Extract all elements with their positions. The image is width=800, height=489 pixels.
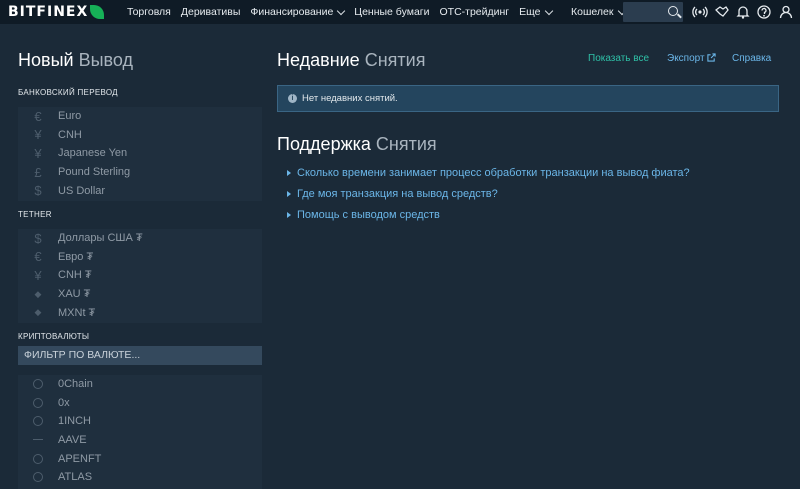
tether-list: $ Доллары США ₮ € Евро ₮ ¥ CNH ₮ ◆ XAU ₮ ◆ MX… [18, 229, 262, 323]
wallet-label: Кошелек [571, 6, 614, 18]
list-item[interactable]: £ Pound Sterling [18, 163, 262, 182]
list-item[interactable]: € Евро ₮ [18, 248, 262, 267]
coin-icon [33, 416, 43, 427]
leaf-icon [90, 5, 105, 19]
list-item[interactable]: ¥ CNH [18, 126, 262, 145]
coin-icon [33, 379, 43, 390]
user-icon[interactable] [778, 4, 794, 20]
crypto-label: КРИПТОВАЛЮТЫ [18, 332, 90, 341]
nav-otc[interactable]: OTC-трейдинг [434, 6, 514, 18]
caret-right-icon [287, 170, 291, 176]
coin-icon [33, 397, 43, 408]
gold-bar-icon: ◆ [34, 288, 42, 299]
top-navbar: BITFINEX Торговля Деривативы Финансирова… [0, 0, 800, 24]
show-all-link[interactable]: Показать все [588, 53, 649, 64]
external-link-icon [707, 53, 716, 62]
caret-right-icon [287, 212, 291, 218]
main-nav: Торговля Деривативы Финансирование Ценны… [122, 0, 557, 24]
nav-funding[interactable]: Финансирование [245, 6, 349, 18]
tether-label: TETHER [18, 210, 52, 219]
bitfinex-logo[interactable]: BITFINEX [0, 4, 122, 20]
handshake-icon[interactable] [714, 4, 730, 20]
nav-securities[interactable]: Ценные бумаги [349, 6, 434, 18]
list-item[interactable]: € Euro [18, 107, 262, 126]
search-box[interactable] [623, 2, 683, 22]
coin-icon [33, 453, 43, 464]
list-item[interactable]: $ Доллары США ₮ [18, 229, 262, 248]
list-item[interactable]: ◆ XAU ₮ [18, 285, 262, 304]
list-item[interactable]: ATLAS [18, 468, 262, 487]
export-link[interactable]: Экспорт [667, 53, 716, 64]
list-item[interactable]: AAVE [18, 431, 262, 450]
empty-notice: i Нет недавних снятий. [277, 85, 779, 112]
page-title: Новый Вывод [18, 50, 134, 70]
chevron-down-icon [544, 6, 553, 15]
faq-item[interactable]: Сколько времени занимает процесс обработ… [287, 167, 690, 179]
yuan-icon: ¥ [34, 127, 42, 143]
euro-icon: € [34, 108, 42, 124]
list-item[interactable]: ¥ Japanese Yen [18, 144, 262, 163]
list-item[interactable]: $ US Dollar [18, 181, 262, 200]
pound-icon: £ [34, 164, 42, 180]
coin-icon [33, 472, 43, 483]
list-item[interactable]: 0Chain [18, 375, 262, 394]
caret-right-icon [287, 191, 291, 197]
dollar-icon: $ [34, 230, 42, 246]
list-item[interactable]: 1INCH [18, 412, 262, 431]
euro-icon: € [34, 249, 42, 265]
list-item[interactable]: ◆ MXNt ₮ [18, 303, 262, 322]
yen-icon: ¥ [34, 145, 42, 161]
bank-transfer-label: БАНКОВСКИЙ ПЕРЕВОД [18, 88, 118, 97]
chevron-down-icon [337, 6, 346, 15]
dollar-icon: $ [34, 183, 42, 199]
info-icon: i [288, 94, 297, 103]
list-item[interactable]: 0x [18, 394, 262, 413]
help-link[interactable]: Справка [732, 53, 771, 64]
recent-withdrawals-title: Недавние Снятия [277, 50, 426, 70]
nav-more[interactable]: Еще [514, 6, 556, 18]
support-title: Поддержка Снятия [277, 134, 437, 154]
list-item[interactable]: ¥ CNH ₮ [18, 266, 262, 285]
faq-item[interactable]: Где моя транзакция на вывод средств? [287, 188, 498, 200]
search-icon [668, 6, 678, 16]
crypto-list: 0Chain 0x 1INCH AAVE APENFT ATLAS [18, 375, 262, 489]
faq-item[interactable]: Помощь с выводом средств [287, 209, 440, 221]
bank-transfer-list: € Euro ¥ CNH ¥ Japanese Yen £ Pound Sterling… [18, 107, 262, 201]
coin-icon [33, 439, 43, 441]
list-item[interactable]: APENFT [18, 449, 262, 468]
nav-derivatives[interactable]: Деривативы [176, 6, 246, 18]
currency-filter-input[interactable]: ФИЛЬТР ПО ВАЛЮТЕ... [18, 346, 262, 365]
diamond-icon: ◆ [34, 307, 42, 318]
yuan-icon: ¥ [34, 267, 42, 283]
wallet-menu[interactable]: Кошелек [566, 0, 627, 24]
nav-trading[interactable]: Торговля [122, 6, 176, 18]
help-icon[interactable] [756, 4, 772, 20]
bell-icon[interactable] [735, 4, 751, 20]
withdrawal-method-panel: Новый Вывод БАНКОВСКИЙ ПЕРЕВОД € Euro ¥ CN… [0, 24, 262, 489]
logo-text: BITFINEX [8, 4, 89, 20]
broadcast-icon[interactable] [692, 4, 708, 20]
